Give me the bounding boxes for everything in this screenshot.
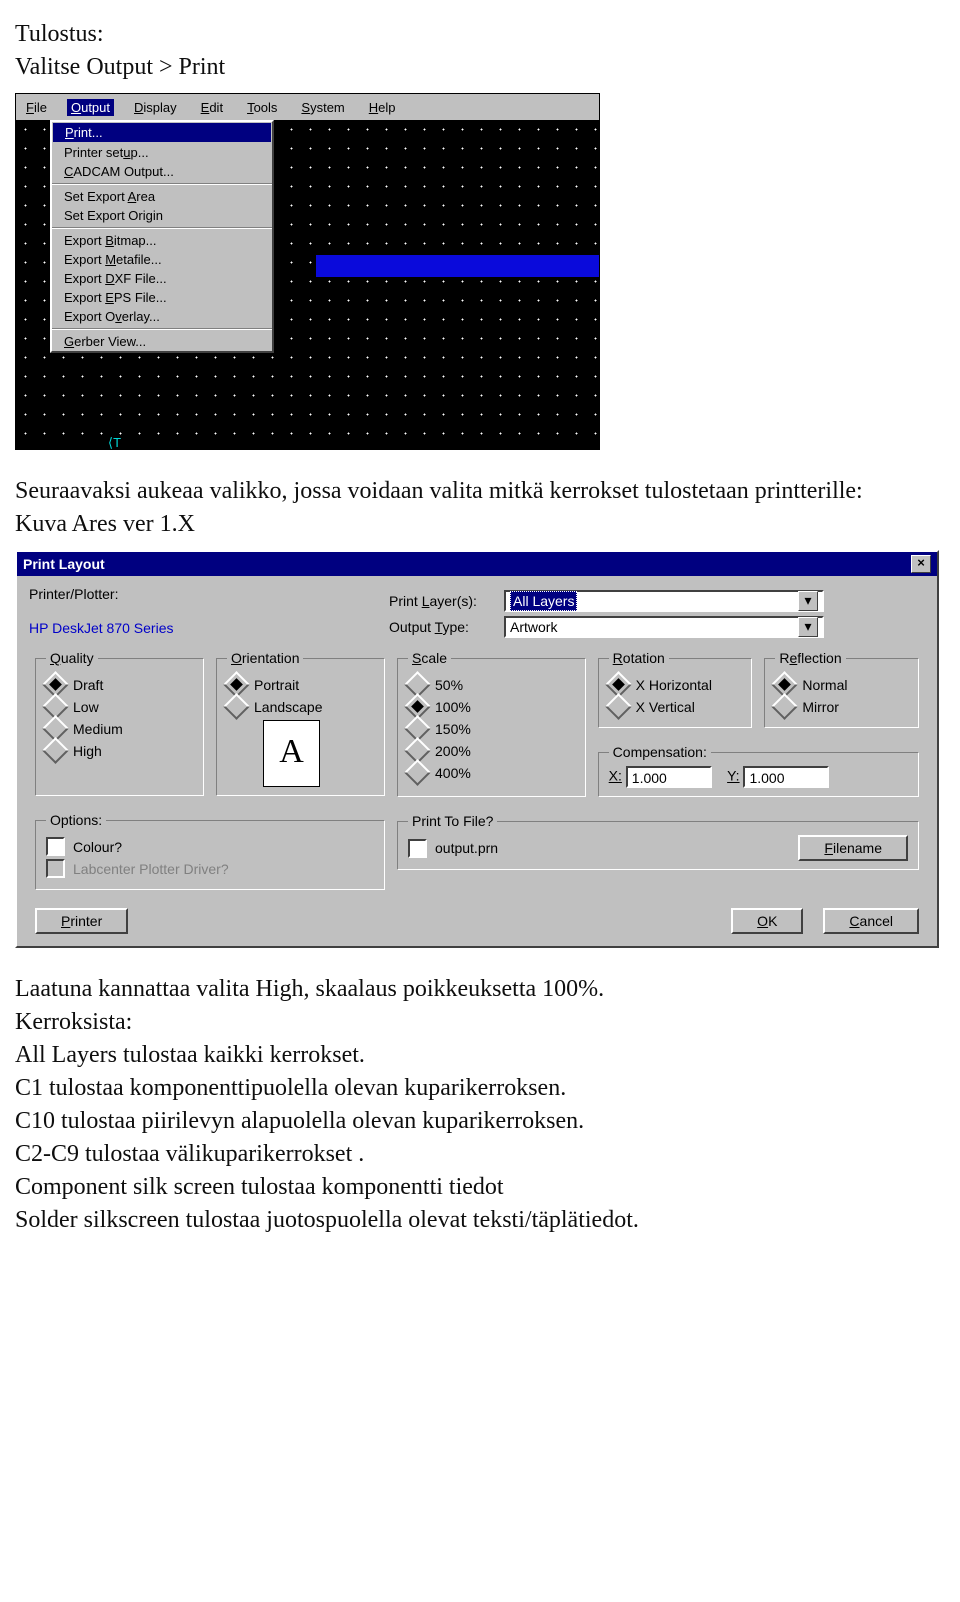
checkbox-output-prn[interactable]: output.prn (408, 839, 498, 858)
radio-200[interactable]: 200% (408, 741, 575, 760)
reflection-group: Reflection Normal Mirror (764, 650, 919, 728)
menu-edit[interactable]: Edit (197, 99, 227, 116)
quality-legend: Quality (46, 650, 98, 666)
menu-item-set-export-area[interactable]: Set Export Area (52, 187, 272, 206)
menu-bar[interactable]: File Output Display Edit Tools System He… (16, 94, 599, 120)
quality-group: Quality Draft Low Medium High (35, 650, 204, 796)
menu-item-set-export-origin[interactable]: Set Export Origin (52, 206, 272, 225)
radio-100[interactable]: 100% (408, 697, 575, 716)
print-layers-label: Print Layer(s): (389, 593, 504, 609)
menu-file[interactable]: File (22, 99, 51, 116)
radio-high[interactable]: High (46, 741, 193, 760)
options-group: Options: Colour? Labcenter Plotter Drive… (35, 812, 385, 890)
radio-x-vertical[interactable]: X Vertical (609, 697, 742, 716)
rotation-legend: Rotation (609, 650, 669, 666)
dialog-title: Print Layout (23, 556, 105, 572)
radio-x-horizontal[interactable]: X Horizontal (609, 675, 742, 694)
y-label: Y: (727, 768, 739, 784)
checkbox-colour[interactable]: Colour? (46, 837, 374, 856)
paragraph: C1 tulostaa komponenttipuolella olevan k… (15, 1075, 945, 1102)
radio-mirror[interactable]: Mirror (775, 697, 908, 716)
reflection-legend: Reflection (775, 650, 845, 666)
radio-150[interactable]: 150% (408, 719, 575, 738)
menu-output[interactable]: Output (67, 99, 114, 116)
x-label: X: (609, 768, 622, 784)
ok-button[interactable]: OK (731, 908, 803, 934)
y-input[interactable]: 1.000 (743, 766, 829, 788)
paragraph: Solder silkscreen tulostaa juotospuolell… (15, 1207, 945, 1234)
menu-display[interactable]: Display (130, 99, 181, 116)
print-layout-dialog: Print Layout × Printer/Plotter: HP DeskJ… (15, 550, 939, 948)
menu-item-export-metafile[interactable]: Export Metafile... (52, 250, 272, 269)
paragraph: Seuraavaksi aukeaa valikko, jossa voidaa… (15, 478, 945, 505)
orientation-legend: Orientation (227, 650, 303, 666)
menu-system[interactable]: System (297, 99, 348, 116)
output-type-label: Output Type: (389, 619, 504, 635)
chevron-down-icon[interactable]: ▾ (798, 617, 818, 637)
filename-button[interactable]: Filename (798, 835, 908, 861)
paragraph: Kuva Ares ver 1.X (15, 511, 945, 538)
print-to-file-legend: Print To File? (408, 813, 497, 829)
menu-help[interactable]: Help (365, 99, 400, 116)
print-to-file-group: Print To File? output.prn Filename (397, 813, 919, 870)
radio-400[interactable]: 400% (408, 763, 575, 782)
orientation-group: Orientation Portrait Landscape A (216, 650, 385, 796)
scale-group: Scale 50% 100% 150% 200% 400% (397, 650, 586, 797)
screenshot-output-menu: File Output Display Edit Tools System He… (15, 93, 600, 450)
menu-item-gerber-view[interactable]: Gerber View... (52, 332, 272, 351)
printer-plotter-label: Printer/Plotter: (29, 586, 389, 602)
radio-medium[interactable]: Medium (46, 719, 193, 738)
output-type-combo[interactable]: Artwork▾ (504, 616, 824, 638)
chevron-down-icon[interactable]: ▾ (798, 591, 818, 611)
radio-low[interactable]: Low (46, 697, 193, 716)
menu-tools[interactable]: Tools (243, 99, 281, 116)
radio-landscape[interactable]: Landscape (227, 697, 374, 716)
compensation-group: Compensation: X: 1.000 Y: 1.000 (598, 744, 919, 797)
radio-portrait[interactable]: Portrait (227, 675, 374, 694)
dialog-titlebar: Print Layout × (17, 552, 937, 576)
options-legend: Options: (46, 812, 106, 828)
menu-item-export-dxf[interactable]: Export DXF File... (52, 269, 272, 288)
cancel-button[interactable]: Cancel (823, 908, 919, 934)
radio-normal[interactable]: Normal (775, 675, 908, 694)
instruction-line: Valitse Output > Print (15, 54, 945, 81)
print-layers-combo[interactable]: All Layers▾ (504, 590, 824, 612)
heading: Tulostus: (15, 21, 945, 48)
paragraph: Laatuna kannattaa valita High, skaalaus … (15, 976, 945, 1003)
menu-item-cadcam[interactable]: CADCAM Output... (52, 162, 272, 181)
paragraph: C10 tulostaa piirilevyn alapuolella olev… (15, 1108, 945, 1135)
paragraph: Component silk screen tulostaa komponent… (15, 1174, 945, 1201)
x-input[interactable]: 1.000 (626, 766, 712, 788)
menu-item-export-eps[interactable]: Export EPS File... (52, 288, 272, 307)
menu-item-printer-setup[interactable]: Printer setup... (52, 143, 272, 162)
radio-50[interactable]: 50% (408, 675, 575, 694)
menu-item-export-overlay[interactable]: Export Overlay... (52, 307, 272, 326)
paragraph: All Layers tulostaa kaikki kerrokset. (15, 1042, 945, 1069)
rotation-group: Rotation X Horizontal X Vertical (598, 650, 753, 728)
compensation-legend: Compensation: (609, 744, 711, 760)
paragraph: C2-C9 tulostaa välikuparikerrokset . (15, 1141, 945, 1168)
radio-draft[interactable]: Draft (46, 675, 193, 694)
checkbox-labcenter-driver: Labcenter Plotter Driver? (46, 859, 374, 878)
output-dropdown[interactable]: Print... Printer setup... CADCAM Output.… (50, 120, 274, 353)
menu-item-export-bitmap[interactable]: Export Bitmap... (52, 231, 272, 250)
paragraph: Kerroksista: (15, 1009, 945, 1036)
page-orientation-icon: A (263, 720, 320, 787)
printer-name: HP DeskJet 870 Series (29, 620, 389, 636)
cursor-marker: ⟨T (108, 435, 121, 451)
scale-legend: Scale (408, 650, 451, 666)
printer-button[interactable]: Printer (35, 908, 128, 934)
menu-item-print[interactable]: Print... (53, 123, 271, 142)
close-icon[interactable]: × (911, 555, 931, 573)
